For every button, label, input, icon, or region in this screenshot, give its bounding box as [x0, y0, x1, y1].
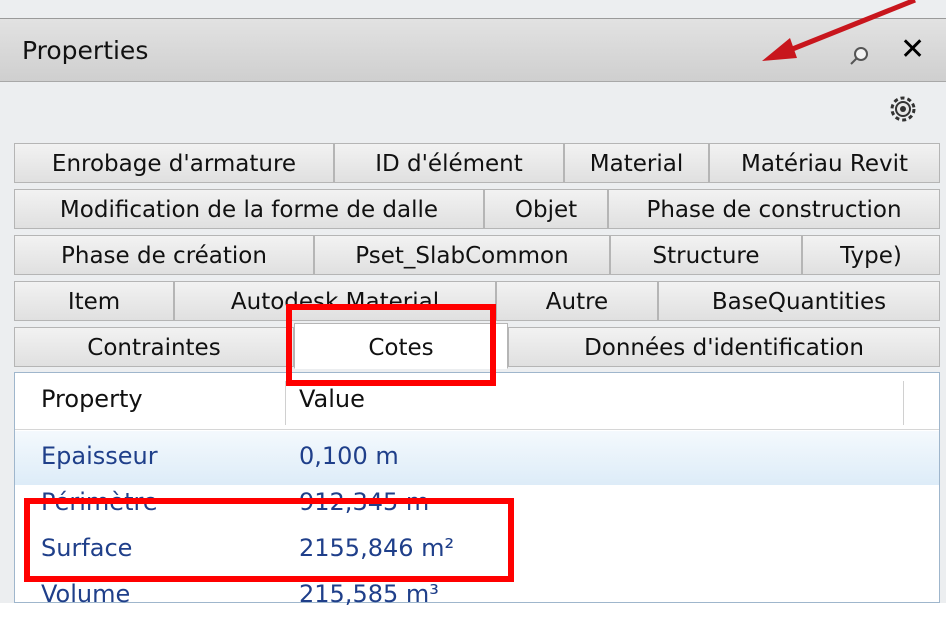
annotation-arrow: [762, 0, 916, 61]
tab-autre[interactable]: Autre: [496, 281, 658, 321]
property-name: Volume: [41, 580, 131, 608]
tab-enrobage-armature[interactable]: Enrobage d'armature: [14, 143, 334, 183]
tab-objet[interactable]: Objet: [484, 189, 608, 229]
tab-row-3: Phase de création Pset_SlabCommon Struct…: [14, 235, 940, 277]
tab-modification-forme-dalle[interactable]: Modification de la forme de dalle: [14, 189, 484, 229]
properties-panel: Properties ✕ Enrobage d'armature ID d'él…: [0, 0, 946, 608]
tab-phase-creation[interactable]: Phase de création: [14, 235, 314, 275]
column-divider[interactable]: [903, 381, 904, 425]
tab-row-1: Enrobage d'armature ID d'élément Materia…: [14, 143, 940, 185]
tab-donnees-identification[interactable]: Données d'identification: [508, 327, 940, 367]
tab-material[interactable]: Material: [564, 143, 709, 183]
tab-contraintes[interactable]: Contraintes: [14, 327, 294, 367]
tab-id-element[interactable]: ID d'élément: [334, 143, 564, 183]
tab-item[interactable]: Item: [14, 281, 174, 321]
tab-row-2: Modification de la forme de dalle Objet …: [14, 189, 940, 231]
property-value: 215,585 m³: [299, 580, 439, 608]
tab-basequantities[interactable]: BaseQuantities: [658, 281, 940, 321]
tab-phase-construction[interactable]: Phase de construction: [608, 189, 940, 229]
gear-icon[interactable]: [888, 94, 918, 124]
tab-materiau-revit[interactable]: Matériau Revit: [709, 143, 940, 183]
tab-pset-slabcommon[interactable]: Pset_SlabCommon: [314, 235, 610, 275]
tab-structure[interactable]: Structure: [610, 235, 802, 275]
highlight-box-surface: [24, 498, 514, 582]
tab-type[interactable]: Type): [802, 235, 940, 275]
toolbar: [0, 82, 946, 140]
highlight-box-cotes: [286, 304, 496, 386]
column-header-value[interactable]: Value: [299, 385, 365, 413]
column-divider[interactable]: [285, 381, 286, 425]
property-value: 0,100 m: [299, 442, 399, 470]
property-name: Epaisseur: [41, 442, 158, 470]
column-header-property[interactable]: Property: [41, 385, 143, 413]
